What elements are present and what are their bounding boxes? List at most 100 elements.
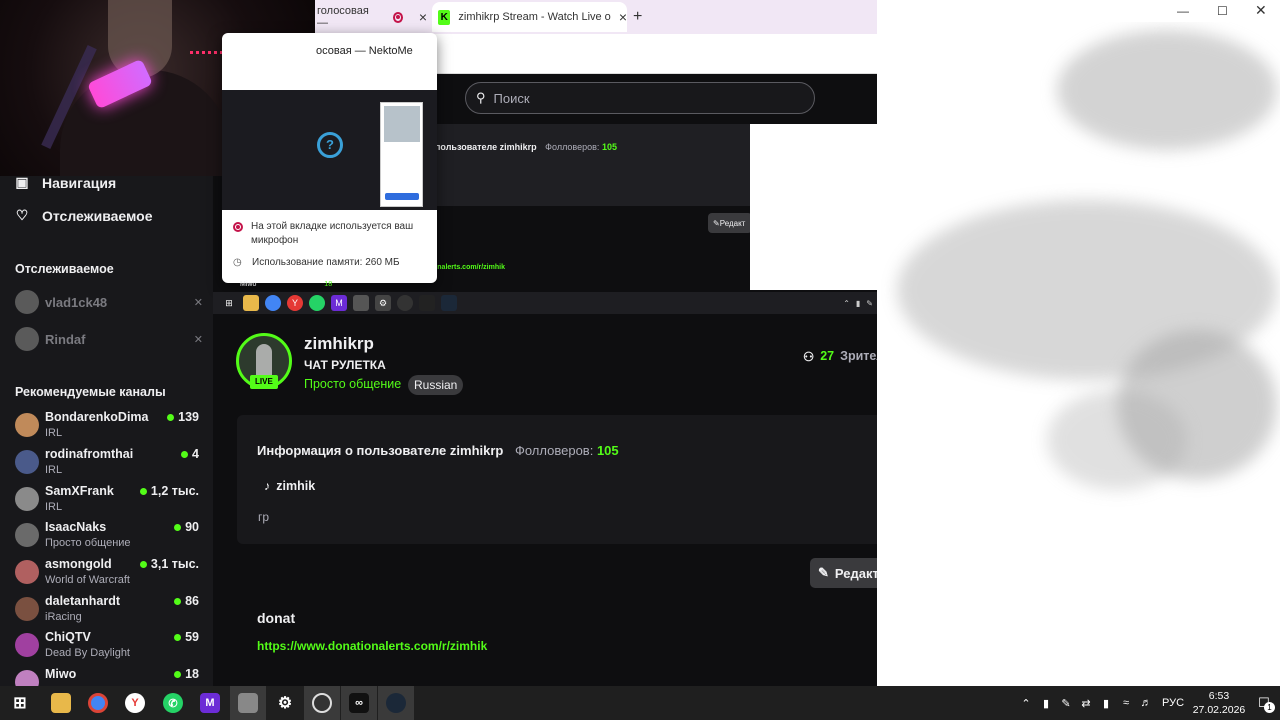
recommended-channel[interactable]: asmongold World of Warcraft 3,1 тыс. [15,557,199,591]
chevron-up-icon[interactable]: ⌃ [1016,697,1036,710]
channel-name[interactable]: zimhikrp [304,334,374,354]
taskbar-chrome-active[interactable] [230,686,266,720]
notifications-button[interactable]: ☐ 1 [1248,686,1280,720]
viewer-count: 139 [167,410,199,424]
about-panel: Информация о пользователе zimhikrp Фолло… [237,415,877,544]
taskbar-steam[interactable] [378,686,414,720]
language-tag[interactable]: Russian [408,375,464,395]
inner-donation-link[interactable]: onalerts.com/r/zimhik [433,264,505,271]
stream-category-link[interactable]: Просто общение [304,377,401,391]
recommended-channel[interactable]: rodinafromthai IRL 4 [15,447,199,481]
taskbar-obs[interactable] [304,686,340,720]
chrome-icon [88,693,108,713]
avatar [15,523,39,547]
channel-name: Miwo [45,667,77,681]
close-window-icon[interactable]: ✕ [1255,2,1267,19]
battery-icon[interactable]: ▮ [1096,697,1116,710]
recommended-channel[interactable]: daletanhardt iRacing 86 [15,594,199,628]
avatar [15,487,39,511]
viewer-count: 1,2 тыс. [139,484,199,498]
close-icon[interactable]: × [619,9,627,25]
recommended-channel[interactable]: SamXFrank IRL 1,2 тыс. [15,484,199,518]
yandex-browser-icon: Y [125,693,145,713]
pen-icon[interactable]: ✎ [1056,697,1076,710]
taskbar-capcut[interactable]: ∞ [341,686,377,720]
window-title-bar: — ☐ ✕ [877,0,1280,22]
taskbar-app-m[interactable]: M [192,686,228,720]
tiktok-icon: ♪ [264,479,271,493]
live-dot-icon [181,450,189,458]
live-dot-icon [174,633,182,641]
taskbar-yandex[interactable]: Y [117,686,153,720]
channel-name: asmongold [45,557,112,571]
thumbnail-image [384,106,420,142]
avatar [15,450,39,474]
maximize-icon[interactable]: ☐ [1217,4,1228,18]
channel-name: rodinafromthai [45,447,134,461]
followed-heading: Отслеживаемое [15,262,114,276]
viewer-count: 59 [174,630,199,644]
donat-link[interactable]: https://www.donationalerts.com/r/zimhik [257,639,487,653]
followed-channel-vlad1ck48[interactable]: vlad1ck48 ✕ [15,288,203,316]
notification-count: 1 [1264,702,1275,713]
live-dot-icon [174,670,182,678]
nav-browse[interactable]: ▣ Навигация [14,174,116,191]
capcut-icon [419,295,435,311]
taskbar-file-explorer[interactable] [43,686,79,720]
memory-gauge-icon: ◷ [233,257,242,268]
inner-edit-button[interactable]: ✎ Редакт [708,213,752,233]
viewer-number: 1,2 тыс. [150,484,199,498]
steam-icon [441,295,457,311]
new-tab-button[interactable]: + [633,2,653,32]
wifi-icon[interactable]: ≈ [1116,697,1136,709]
chevron-up-icon: ⌃ [843,298,850,308]
followed-name: vlad1ck48 [45,294,108,310]
microphone-recording-icon [233,222,243,232]
microphone-icon[interactable]: ▮ [1036,697,1056,710]
clock[interactable]: 6:53 27.02.2026 [1190,689,1248,717]
hover-card-mic-row: На этой вкладке используется ваш микрофо… [233,220,429,248]
pencil-icon: ✎ [818,565,829,580]
recommended-heading: Рекомендуемые каналы [15,385,166,399]
tiktok-link[interactable]: ♪ zimhik [264,479,315,493]
taskbar-whatsapp[interactable]: ✆ [155,686,191,720]
steam-icon [386,693,406,713]
recommended-channel[interactable]: ChiQTV Dead By Daylight 59 [15,630,199,664]
tab-hover-card: осовая — NektoMe ? На этой вкладке испол… [222,33,437,283]
inner-tab-label: zimhikrp Stream - Watch Live o [458,11,611,23]
about-title: Информация о пользователе zimhikrp Фолло… [257,443,619,458]
followed-channel-rindaf[interactable]: Rindaf ✕ [15,325,203,353]
channel-bio: гр [258,510,270,524]
close-icon[interactable]: × [419,9,427,25]
edit-button[interactable]: ✎ Редакт [810,558,877,588]
taskbar-settings[interactable]: ⚙ [267,686,303,720]
system-tray: ⌃ ▮ ✎ ⇄ ▮ ≈ ♬ РУС 6:53 27.02.2026 ☐ 1 [1016,686,1280,720]
viewer-count: ⚇ 27 Зрител [803,349,877,364]
chrome-icon [265,295,281,311]
channel-page: LIVE zimhikrp ЧАТ РУЛЕТКА Просто общение… [213,314,877,686]
recommended-channel[interactable]: Miwo 18 [15,667,199,686]
clock-time: 6:53 [1208,690,1230,702]
whatsapp-icon [309,295,325,311]
inner-tab-nekto[interactable]: голосовая — × [315,2,427,32]
inner-sidebar-count: 18 [324,281,333,288]
tiktok-handle: zimhik [276,479,316,493]
avatar [15,327,39,351]
language-indicator[interactable]: РУС [1156,697,1190,709]
minimize-icon[interactable]: — [1177,4,1189,18]
taskbar-chrome[interactable] [80,686,116,720]
network-adapter-icon[interactable]: ⇄ [1076,697,1096,710]
viewer-number: 4 [192,447,199,461]
search-input[interactable]: ⚲ Поиск [465,82,815,114]
nav-following[interactable]: ♡ Отслеживаемое [14,207,153,224]
speaker-icon[interactable]: ♬ [1136,697,1156,709]
inner-tab-kick[interactable]: K zimhikrp Stream - Watch Live o × [432,2,627,32]
start-button[interactable]: ⊞ [2,686,38,720]
recommended-channel[interactable]: IsaacNaks Просто общение 90 [15,520,199,554]
obs-icon [312,693,332,713]
viewer-number: 59 [185,630,199,644]
offline-icon: ✕ [193,296,203,309]
inner-sidebar-name: Miwo [240,281,257,288]
viewer-count: 86 [174,594,199,608]
recommended-channel[interactable]: BondarenkoDima IRL 139 [15,410,199,444]
